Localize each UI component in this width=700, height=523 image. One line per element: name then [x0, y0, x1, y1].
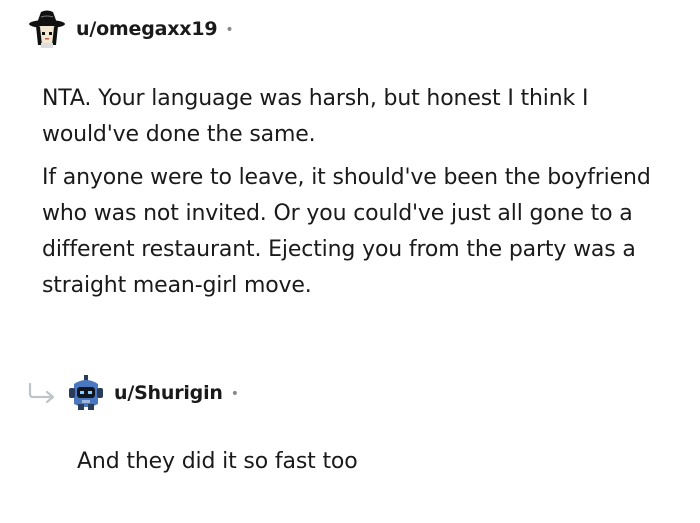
separator-dot: • [230, 386, 239, 402]
robot-avatar-icon[interactable] [68, 374, 104, 412]
reply-username[interactable]: u/Shurigin [114, 382, 223, 404]
separator-dot: • [225, 22, 234, 38]
comment-header: u/omegaxx19 • [28, 9, 234, 49]
comment-paragraph: NTA. Your language was harsh, but honest… [42, 86, 589, 147]
reply-arrow-icon [28, 382, 55, 404]
reply-header: u/Shurigin • [68, 374, 239, 412]
witch-hat-avatar-icon[interactable] [28, 9, 66, 49]
username[interactable]: u/omegaxx19 [76, 18, 218, 40]
reply-text: And they did it so fast too [77, 449, 358, 474]
comment-paragraph: If anyone were to leave, it should've be… [42, 165, 651, 298]
